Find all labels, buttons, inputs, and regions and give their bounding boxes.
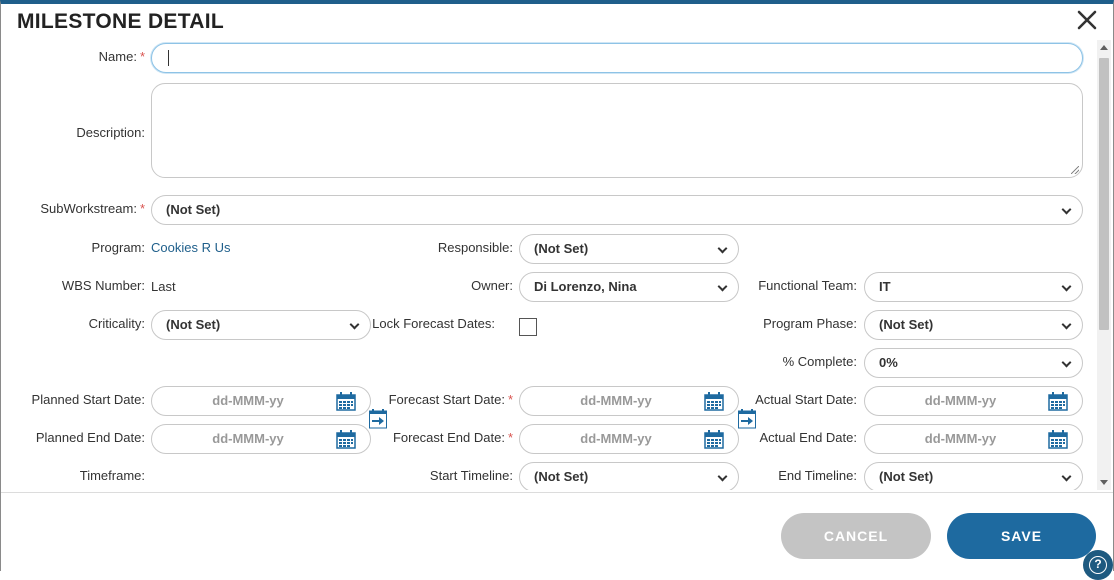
subworkstream-select[interactable]: (Not Set) (151, 195, 1083, 225)
calendar-icon[interactable] (704, 392, 724, 411)
dialog-title: MILESTONE DETAIL (17, 10, 225, 33)
calendar-icon[interactable] (1048, 430, 1068, 449)
program-phase-select[interactable]: (Not Set) (864, 310, 1083, 340)
calendar-icon[interactable] (336, 392, 356, 411)
actual-start-date-input[interactable]: dd-MMM-yy (864, 386, 1083, 416)
forecast-start-date-input[interactable]: dd-MMM-yy (519, 386, 739, 416)
scrollbar-thumb[interactable] (1099, 58, 1109, 330)
responsible-select[interactable]: (Not Set) (519, 234, 739, 264)
chevron-down-icon (349, 319, 360, 330)
chevron-down-icon (1061, 281, 1072, 292)
planned-end-date-input[interactable]: dd-MMM-yy (151, 424, 371, 454)
timeframe-label: Timeframe: (79, 468, 145, 483)
resize-handle[interactable] (1071, 166, 1079, 174)
milestone-detail-dialog: MILESTONE DETAIL Name: * Description: Sub… (0, 0, 1114, 580)
chevron-down-icon (1061, 357, 1072, 368)
responsible-label: Responsible: (437, 240, 513, 255)
actual-end-date-input[interactable]: dd-MMM-yy (864, 424, 1083, 454)
subworkstream-label: SubWorkstream: * (40, 201, 145, 216)
owner-select[interactable]: Di Lorenzo, Nina (519, 272, 739, 302)
forecast-start-date-label: Forecast Start Date: * (388, 392, 513, 407)
description-textarea[interactable] (151, 83, 1083, 178)
planned-start-date-label: Planned Start Date: (31, 392, 145, 407)
forecast-end-date-input[interactable]: dd-MMM-yy (519, 424, 739, 454)
start-timeline-select[interactable]: (Not Set) (519, 462, 739, 490)
start-timeline-label: Start Timeline: (429, 468, 513, 483)
chevron-down-icon (1061, 204, 1072, 215)
close-icon[interactable] (1075, 8, 1099, 32)
copy-date-arrow-icon[interactable] (369, 409, 387, 429)
help-icon: ? (1089, 556, 1107, 574)
dialog-footer: CANCEL SAVE ? (1, 492, 1113, 580)
vertical-scrollbar[interactable] (1097, 40, 1111, 490)
calendar-icon[interactable] (704, 430, 724, 449)
lock-forecast-dates-label: Lock Forecast Dates: (372, 316, 495, 331)
planned-end-date-label: Planned End Date: (35, 430, 145, 445)
end-timeline-select[interactable]: (Not Set) (864, 462, 1083, 490)
wbs-number-value: Last (151, 279, 176, 294)
program-label: Program: (91, 240, 145, 255)
program-phase-label: Program Phase: (763, 316, 857, 331)
percent-complete-select[interactable]: 0% (864, 348, 1083, 378)
owner-label: Owner: (471, 278, 513, 293)
criticality-label: Criticality: (88, 316, 145, 331)
name-input[interactable] (151, 43, 1083, 73)
help-button[interactable]: ? (1083, 550, 1113, 580)
calendar-icon[interactable] (1048, 392, 1068, 411)
name-label: Name: * (98, 49, 145, 64)
chevron-down-icon (717, 281, 728, 292)
chevron-down-icon (1061, 471, 1072, 482)
calendar-icon[interactable] (336, 430, 356, 449)
chevron-down-icon (717, 243, 728, 254)
wbs-number-label: WBS Number: (61, 278, 145, 293)
copy-date-arrow-icon[interactable] (738, 409, 756, 429)
scroll-down-icon[interactable] (1100, 480, 1108, 485)
forecast-end-date-label: Forecast End Date: * (392, 430, 513, 445)
functional-team-label: Functional Team: (758, 278, 857, 293)
save-button[interactable]: SAVE (947, 513, 1096, 559)
chevron-down-icon (717, 471, 728, 482)
actual-end-date-label: Actual End Date: (759, 430, 857, 445)
program-link[interactable]: Cookies R Us (151, 240, 230, 255)
cancel-button[interactable]: CANCEL (781, 513, 931, 559)
chevron-down-icon (1061, 319, 1072, 330)
functional-team-select[interactable]: IT (864, 272, 1083, 302)
end-timeline-label: End Timeline: (778, 468, 857, 483)
planned-start-date-input[interactable]: dd-MMM-yy (151, 386, 371, 416)
criticality-select[interactable]: (Not Set) (151, 310, 371, 340)
scroll-up-icon[interactable] (1100, 45, 1108, 50)
lock-forecast-dates-checkbox[interactable] (519, 318, 537, 336)
actual-start-date-label: Actual Start Date: (755, 392, 857, 407)
form-body: Name: * Description: SubWorkstream: * (Not… (1, 40, 1097, 490)
description-label: Description: (76, 125, 145, 140)
percent-complete-label: % Complete: (782, 354, 857, 369)
